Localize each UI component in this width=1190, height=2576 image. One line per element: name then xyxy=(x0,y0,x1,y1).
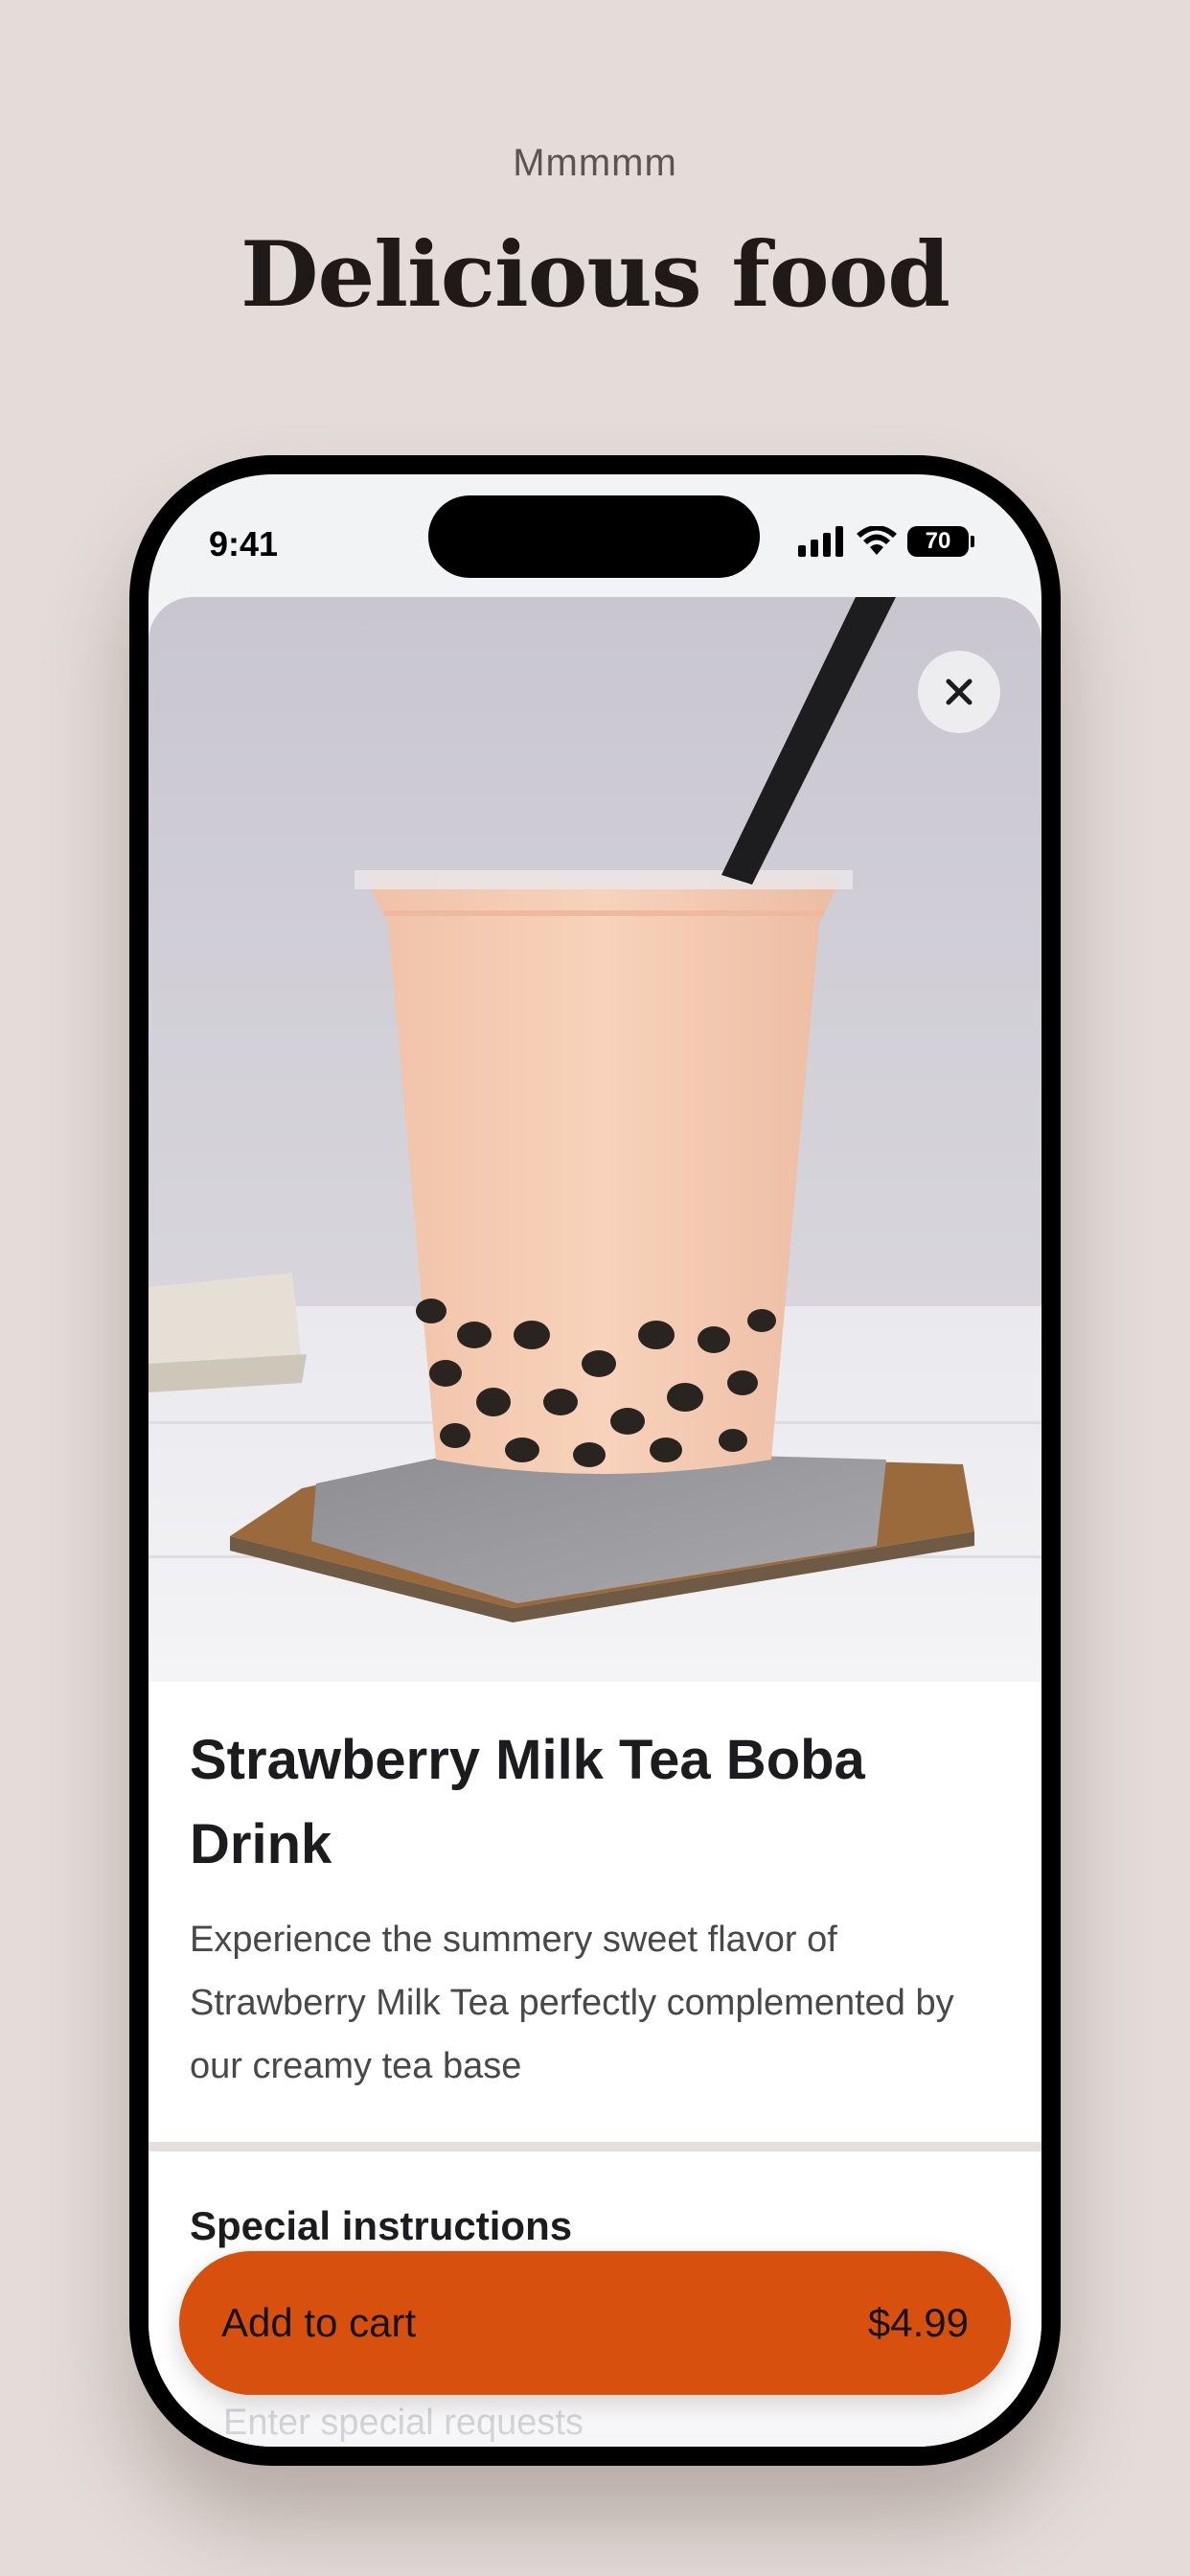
close-icon xyxy=(946,678,973,705)
dynamic-island xyxy=(428,495,760,578)
wifi-icon xyxy=(857,526,897,555)
boba-drink-photo xyxy=(149,597,1041,1682)
battery-icon: 70 xyxy=(907,526,974,557)
battery-level: 70 xyxy=(907,526,969,557)
page-eyebrow: Mmmmm xyxy=(513,142,677,184)
add-to-cart-button[interactable]: Add to cart $4.99 xyxy=(179,2251,1011,2395)
phone-screen: 9:41 70 Strawberry Milk Tea Boba Drink E… xyxy=(149,474,1041,2447)
add-to-cart-price: $4.99 xyxy=(867,2300,969,2345)
cellular-signal-icon xyxy=(798,526,843,557)
status-time: 9:41 xyxy=(209,524,279,564)
section-divider xyxy=(149,2142,1041,2151)
page-headline: Delicious food xyxy=(240,222,950,328)
product-description: Experience the summery sweet flavor of S… xyxy=(190,1920,954,2086)
status-icons: 70 xyxy=(798,524,974,559)
special-instructions-input[interactable]: Enter special requests xyxy=(223,2403,584,2444)
product-image xyxy=(149,597,1041,1682)
product-sheet: Strawberry Milk Tea Boba Drink Experienc… xyxy=(149,597,1041,2447)
phone-frame: 9:41 70 Strawberry Milk Tea Boba Drink E… xyxy=(129,455,1061,2466)
close-button[interactable] xyxy=(918,651,1000,733)
add-to-cart-label: Add to cart xyxy=(221,2300,417,2345)
product-title: Strawberry Milk Tea Boba Drink xyxy=(190,1729,865,1875)
special-instructions-label: Special instructions xyxy=(190,2203,573,2248)
